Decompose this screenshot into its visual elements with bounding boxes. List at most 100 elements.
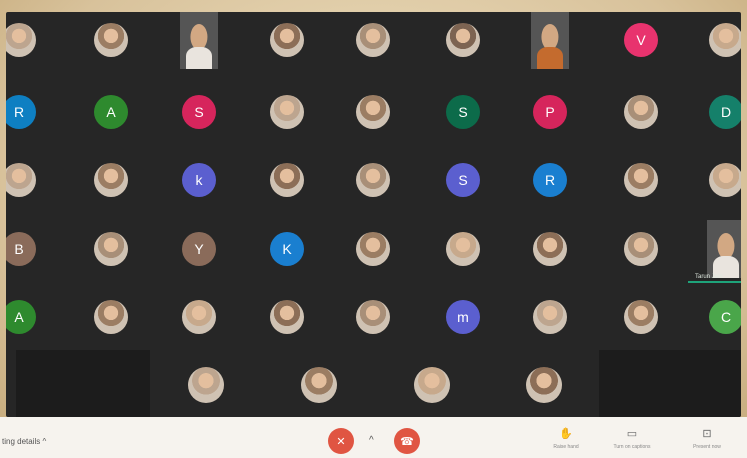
participant-tile[interactable]: [6, 147, 62, 213]
participant-video: [707, 220, 741, 278]
letter-avatar: B: [6, 232, 36, 266]
photo-avatar: [188, 367, 224, 403]
phone-hangup-icon: ☎: [400, 435, 414, 448]
present-now-button[interactable]: ⊡ Present now: [685, 428, 729, 450]
participant-tile[interactable]: K: [244, 216, 330, 282]
photo-avatar: [356, 23, 390, 57]
letter-avatar: S: [446, 163, 480, 197]
participant-grid: V R A S S P Dk S R B Y K Tarun Jain Am C: [6, 12, 741, 417]
letter-avatar: R: [6, 95, 36, 129]
participant-tile[interactable]: [244, 12, 330, 73]
participant-tile[interactable]: m: [420, 284, 506, 350]
empty-tile: [16, 350, 150, 417]
participant-tile[interactable]: [507, 216, 593, 282]
participant-tile[interactable]: [244, 79, 330, 145]
photo-avatar: [94, 232, 128, 266]
participant-tile[interactable]: A: [68, 79, 154, 145]
participant-tile[interactable]: [389, 352, 475, 417]
photo-avatar: [94, 23, 128, 57]
participant-video: [180, 12, 218, 69]
participant-tile[interactable]: S: [420, 79, 506, 145]
raise-hand-button[interactable]: ✋ Raise hand: [544, 428, 588, 450]
participant-tile[interactable]: R: [6, 79, 62, 145]
present-now-icon: ⊡: [702, 428, 712, 440]
participant-tile[interactable]: [156, 12, 242, 73]
chevron-up-icon: ^: [42, 437, 47, 446]
photo-avatar: [301, 367, 337, 403]
participant-tile[interactable]: [244, 284, 330, 350]
participant-tile[interactable]: [598, 284, 684, 350]
photo-avatar: [624, 300, 658, 334]
letter-avatar: A: [94, 95, 128, 129]
participant-tile[interactable]: S: [156, 79, 242, 145]
photo-avatar: [6, 23, 36, 57]
photo-avatar: [356, 300, 390, 334]
letter-avatar: A: [6, 300, 36, 334]
participant-tile[interactable]: k: [156, 147, 242, 213]
participant-tile[interactable]: [598, 147, 684, 213]
photo-avatar: [709, 163, 741, 197]
participant-tile[interactable]: [68, 284, 154, 350]
participant-tile[interactable]: [507, 12, 593, 73]
participant-tile[interactable]: [330, 79, 416, 145]
turn-on-captions-button[interactable]: ▭ Turn on captions: [610, 428, 654, 450]
photo-avatar: [270, 95, 304, 129]
letter-avatar: k: [182, 163, 216, 197]
photo-avatar: [446, 23, 480, 57]
participant-tile[interactable]: [163, 352, 249, 417]
photo-avatar: [709, 23, 741, 57]
participant-tile[interactable]: [68, 147, 154, 213]
letter-avatar: m: [446, 300, 480, 334]
participant-tile[interactable]: [598, 79, 684, 145]
more-chevron-icon[interactable]: ^: [369, 435, 374, 446]
photo-avatar: [270, 23, 304, 57]
participant-tile[interactable]: [420, 12, 506, 73]
participant-tile[interactable]: [244, 147, 330, 213]
letter-avatar: S: [446, 95, 480, 129]
participant-video: [531, 12, 569, 69]
photo-avatar: [624, 232, 658, 266]
participant-tile[interactable]: P: [507, 79, 593, 145]
active-speaker-indicator: [688, 281, 741, 283]
participant-tile[interactable]: B: [6, 216, 62, 282]
photo-avatar: [270, 163, 304, 197]
participant-tile[interactable]: [6, 12, 62, 73]
photo-avatar: [533, 232, 567, 266]
participant-tile[interactable]: Tarun Jain: [683, 216, 741, 283]
letter-avatar: Y: [182, 232, 216, 266]
participant-tile[interactable]: Y: [156, 216, 242, 282]
participant-tile[interactable]: A: [6, 284, 62, 350]
participant-tile[interactable]: [507, 284, 593, 350]
photo-avatar: [270, 300, 304, 334]
leave-call-button[interactable]: ☎: [394, 428, 420, 454]
turn-on-captions-icon: ▭: [626, 428, 638, 440]
participant-tile[interactable]: [276, 352, 362, 417]
participant-tile[interactable]: D: [683, 79, 741, 145]
participant-tile[interactable]: [156, 284, 242, 350]
participant-tile[interactable]: [683, 147, 741, 213]
participant-tile[interactable]: [501, 352, 587, 417]
participant-tile[interactable]: [68, 216, 154, 282]
letter-avatar: R: [533, 163, 567, 197]
mic-off-button[interactable]: ✕: [328, 428, 354, 454]
empty-tile: [599, 350, 741, 417]
participant-tile[interactable]: C: [683, 284, 741, 350]
participant-tile[interactable]: S: [420, 147, 506, 213]
participant-tile[interactable]: [330, 216, 416, 282]
meeting-details-label: ting details: [2, 437, 41, 446]
letter-avatar: D: [709, 95, 741, 129]
participant-tile[interactable]: [330, 147, 416, 213]
control-label: Present now: [693, 444, 721, 450]
meeting-details-button[interactable]: ting details ^: [2, 437, 46, 446]
participant-tile[interactable]: R: [507, 147, 593, 213]
participant-tile[interactable]: [330, 12, 416, 73]
participant-tile[interactable]: [598, 216, 684, 282]
participant-tile[interactable]: [420, 216, 506, 282]
participant-tile[interactable]: [68, 12, 154, 73]
participant-tile[interactable]: [330, 284, 416, 350]
participant-tile[interactable]: [683, 12, 741, 73]
photo-avatar: [182, 300, 216, 334]
mic-off-icon: ✕: [336, 435, 346, 448]
photo-avatar: [356, 163, 390, 197]
participant-tile[interactable]: V: [598, 12, 684, 73]
